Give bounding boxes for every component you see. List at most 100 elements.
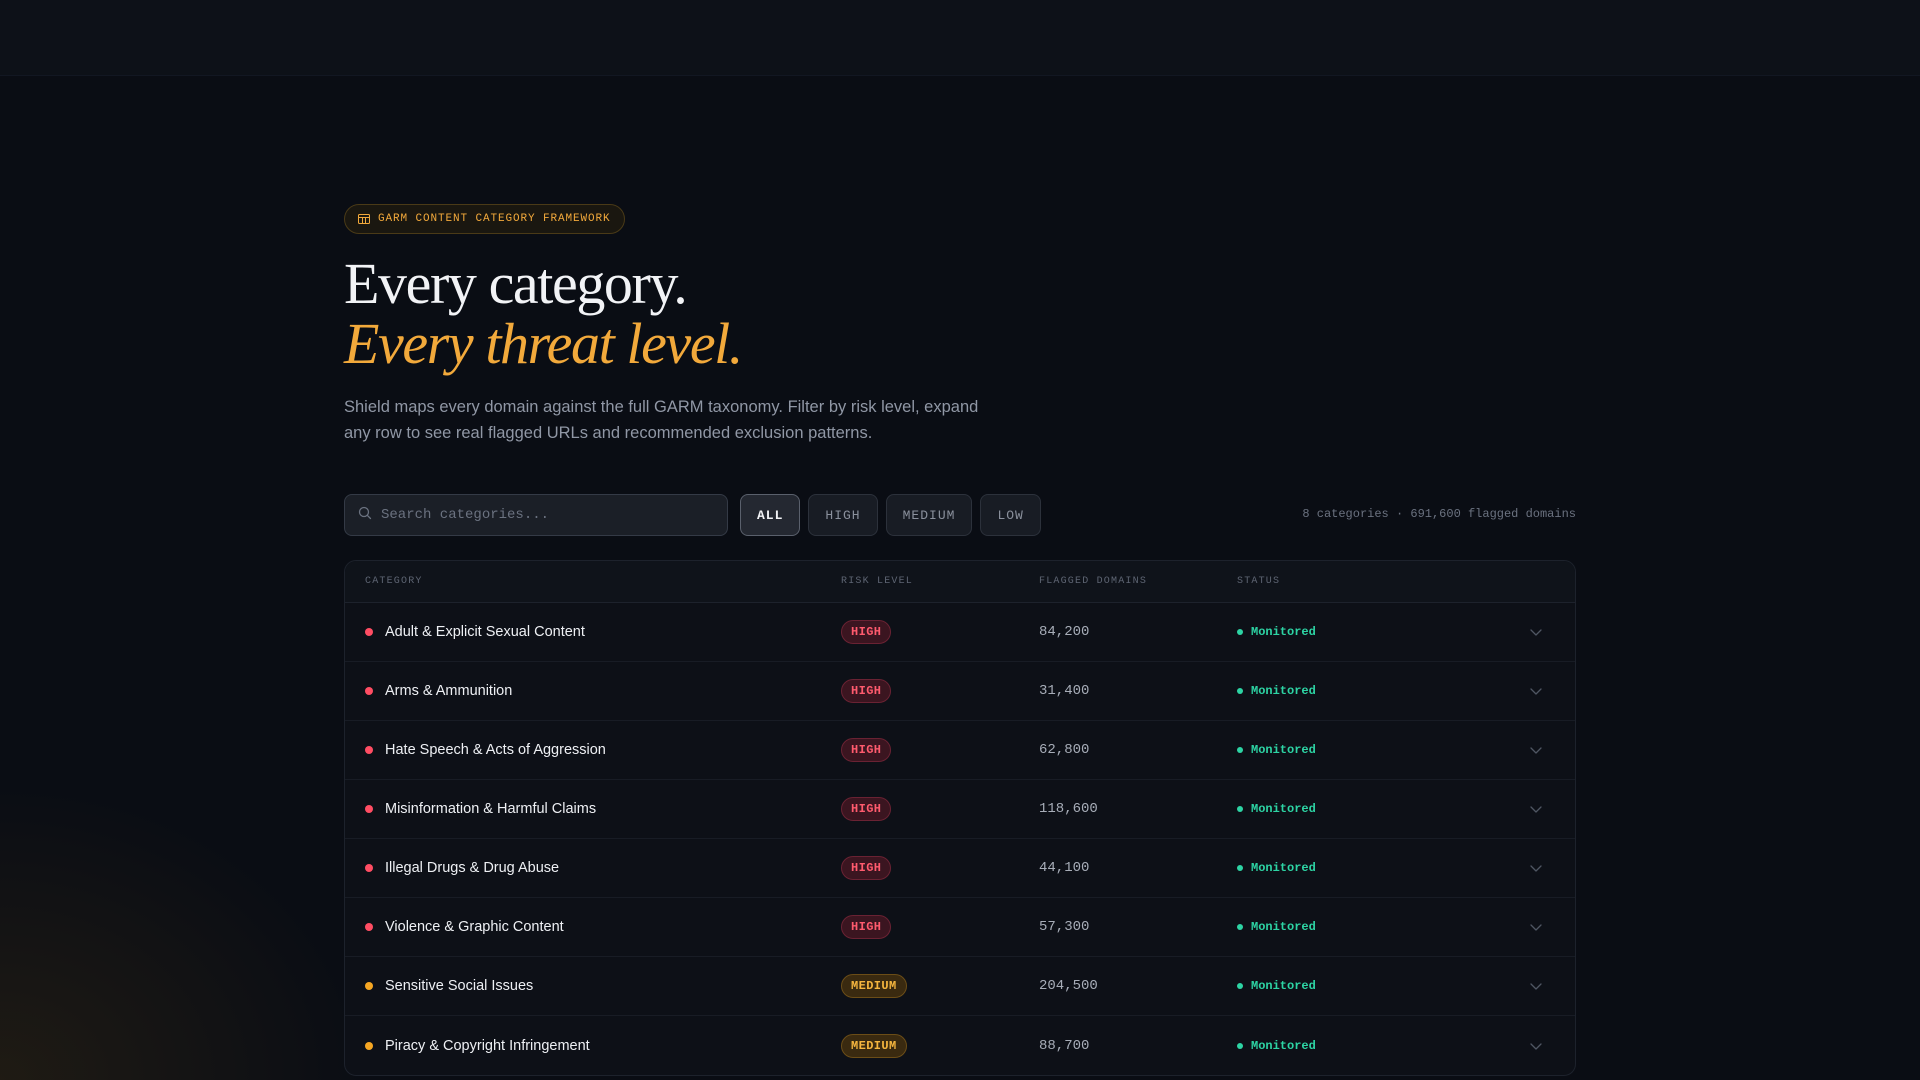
status-cell: Monitored bbox=[1237, 1039, 1529, 1053]
risk-cell: HIGH bbox=[841, 620, 1039, 644]
table-controls: ALLHIGHMEDIUMLOW 8 categories · 691,600 … bbox=[344, 494, 1576, 536]
flagged-domains-count: 118,600 bbox=[1039, 801, 1098, 817]
category-name: Sensitive Social Issues bbox=[385, 978, 534, 994]
flagged-domains-count: 84,200 bbox=[1039, 624, 1090, 640]
flagged-domains-count: 44,100 bbox=[1039, 860, 1090, 876]
status-label: Monitored bbox=[1251, 802, 1316, 816]
header-flagged-domains[interactable]: FLAGGED DOMAINS bbox=[1039, 576, 1237, 587]
category-name: Adult & Explicit Sexual Content bbox=[385, 624, 585, 640]
risk-dot-icon bbox=[365, 628, 373, 636]
category-table: CATEGORY RISK LEVEL FLAGGED DOMAINS STAT… bbox=[344, 560, 1576, 1076]
category-cell: Violence & Graphic Content bbox=[345, 919, 841, 935]
category-name: Piracy & Copyright Infringement bbox=[385, 1037, 590, 1054]
status-dot-icon bbox=[1237, 747, 1243, 753]
risk-cell: HIGH bbox=[841, 915, 1039, 939]
search-input[interactable] bbox=[381, 507, 727, 523]
risk-dot-icon bbox=[365, 687, 373, 695]
header-risk-level[interactable]: RISK LEVEL bbox=[841, 576, 1039, 587]
top-nav-bar bbox=[0, 0, 1920, 76]
status-dot-icon bbox=[1237, 924, 1243, 930]
status-label: Monitored bbox=[1251, 684, 1316, 698]
filter-medium-button[interactable]: MEDIUM bbox=[885, 494, 973, 536]
risk-filter-group: ALL HIGH MEDIUM LOW bbox=[740, 494, 1041, 536]
table-summary: 8 categories · 691,600 flagged domains bbox=[1302, 507, 1576, 521]
status-cell: Monitored bbox=[1237, 625, 1529, 639]
status-cell: Monitored bbox=[1237, 979, 1529, 993]
flagged-domains-count: 31,400 bbox=[1039, 683, 1090, 699]
filter-all-button[interactable]: ALL bbox=[740, 494, 801, 536]
risk-dot-icon bbox=[365, 864, 373, 872]
header-category[interactable]: CATEGORY bbox=[345, 576, 841, 587]
status-cell: Monitored bbox=[1237, 684, 1529, 698]
risk-dot-icon bbox=[365, 1041, 373, 1050]
chevron-down-icon[interactable] bbox=[1529, 979, 1575, 993]
table-icon bbox=[358, 214, 370, 224]
filter-low-button[interactable]: LOW bbox=[980, 494, 1041, 536]
category-cell: Illegal Drugs & Drug Abuse bbox=[345, 860, 841, 876]
status-dot-icon bbox=[1237, 806, 1243, 812]
header-status[interactable]: STATUS bbox=[1237, 576, 1529, 587]
table-row[interactable]: Violence & Graphic Content HIGH 57,300 M… bbox=[345, 898, 1575, 957]
headline-line-2: Every threat level. bbox=[344, 311, 743, 376]
category-cell: Piracy & Copyright Infringement bbox=[345, 1038, 841, 1054]
risk-cell: MEDIUM bbox=[841, 1033, 1039, 1058]
status-cell: Monitored bbox=[1237, 861, 1529, 875]
status-label: Monitored bbox=[1251, 743, 1316, 757]
table-row[interactable]: Adult & Explicit Sexual Content HIGH 84,… bbox=[345, 603, 1575, 662]
flagged-domains-count: 204,500 bbox=[1039, 978, 1098, 994]
category-cell: Arms & Ammunition bbox=[345, 683, 841, 699]
flagged-domains-count: 62,800 bbox=[1039, 742, 1090, 758]
category-name: Misinformation & Harmful Claims bbox=[385, 801, 597, 817]
category-cell: Sensitive Social Issues bbox=[345, 978, 841, 994]
status-label: Monitored bbox=[1251, 920, 1316, 934]
chevron-down-icon[interactable] bbox=[1529, 920, 1575, 934]
table-row[interactable]: Misinformation & Harmful Claims HIGH 118… bbox=[345, 780, 1575, 839]
status-label: Monitored bbox=[1251, 1038, 1316, 1053]
category-name: Illegal Drugs & Drug Abuse bbox=[385, 860, 560, 876]
table-row[interactable]: Illegal Drugs & Drug Abuse HIGH 44,100 M… bbox=[345, 839, 1575, 898]
flagged-domains-count: 88,700 bbox=[1039, 1037, 1090, 1054]
risk-badge: HIGH bbox=[841, 738, 892, 762]
risk-cell: HIGH bbox=[841, 856, 1039, 880]
filter-high-button[interactable]: HIGH bbox=[808, 494, 878, 536]
status-dot-icon bbox=[1237, 865, 1243, 871]
table-row[interactable]: Hate Speech & Acts of Aggression HIGH 62… bbox=[345, 721, 1575, 780]
risk-cell: HIGH bbox=[841, 797, 1039, 821]
category-cell: Adult & Explicit Sexual Content bbox=[345, 624, 841, 640]
risk-badge: MEDIUM bbox=[841, 1033, 907, 1058]
chevron-down-icon[interactable] bbox=[1529, 861, 1575, 875]
status-dot-icon bbox=[1237, 983, 1243, 989]
section-description: Shield maps every domain against the ful… bbox=[344, 398, 979, 442]
headline-line-1: Every category. bbox=[344, 251, 688, 316]
table-row[interactable]: Arms & Ammunition HIGH 31,400 Monitored bbox=[345, 662, 1575, 721]
search-box[interactable] bbox=[344, 494, 728, 536]
status-cell: Monitored bbox=[1237, 920, 1529, 934]
risk-dot-icon bbox=[365, 805, 373, 813]
table-header: CATEGORY RISK LEVEL FLAGGED DOMAINS STAT… bbox=[345, 561, 1575, 603]
risk-badge: HIGH bbox=[841, 620, 892, 644]
risk-cell: HIGH bbox=[841, 738, 1039, 762]
category-section: GARM CONTENT CATEGORY FRAMEWORK Every ca… bbox=[344, 204, 1576, 1076]
table-row[interactable]: Sensitive Social Issues MEDIUM 204,500 M… bbox=[345, 957, 1575, 1016]
risk-dot-icon bbox=[365, 982, 373, 990]
chevron-down-icon[interactable] bbox=[1529, 684, 1575, 698]
category-cell: Misinformation & Harmful Claims bbox=[345, 801, 841, 817]
section-badge: GARM CONTENT CATEGORY FRAMEWORK bbox=[344, 204, 625, 234]
risk-badge: HIGH bbox=[841, 797, 892, 821]
category-name: Hate Speech & Acts of Aggression bbox=[385, 742, 606, 758]
status-dot-icon bbox=[1237, 629, 1243, 635]
status-cell: Monitored bbox=[1237, 743, 1529, 757]
risk-badge: MEDIUM bbox=[841, 974, 907, 998]
table-body: Adult & Explicit Sexual Content HIGH 84,… bbox=[345, 603, 1575, 1075]
category-cell: Hate Speech & Acts of Aggression bbox=[345, 742, 841, 758]
table-row[interactable]: Piracy & Copyright Infringement MEDIUM 8… bbox=[345, 1016, 1575, 1075]
section-badge-label: GARM CONTENT CATEGORY FRAMEWORK bbox=[378, 213, 611, 225]
category-name: Arms & Ammunition bbox=[385, 683, 513, 699]
risk-cell: HIGH bbox=[841, 679, 1039, 703]
chevron-down-icon[interactable] bbox=[1529, 625, 1575, 639]
chevron-down-icon[interactable] bbox=[1529, 1039, 1575, 1053]
chevron-down-icon[interactable] bbox=[1529, 802, 1575, 816]
risk-badge: HIGH bbox=[841, 679, 892, 703]
chevron-down-icon[interactable] bbox=[1529, 743, 1575, 757]
page-title: Every category. Every threat level. bbox=[344, 254, 1576, 374]
